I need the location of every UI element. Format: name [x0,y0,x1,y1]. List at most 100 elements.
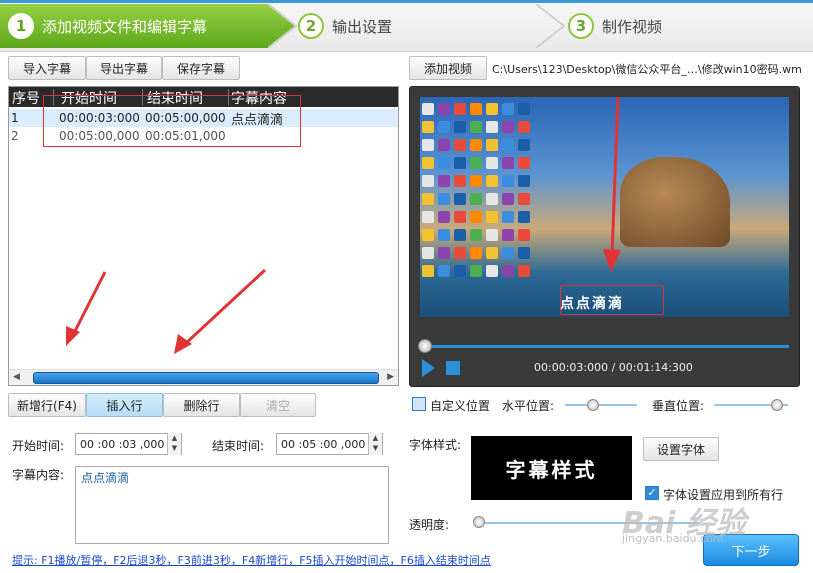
step-output-settings[interactable]: 2 输出设置 [290,4,560,48]
desktop-app-icon [422,193,434,205]
step-label: 添加视频文件和编辑字幕 [42,17,208,36]
desktop-app-icon [518,247,530,259]
desktop-app-icon [422,247,434,259]
desktop-app-icon [486,175,498,187]
font-preview: 字幕样式 [471,436,632,500]
desktop-app-icon [486,265,498,277]
font-style-label: 字体样式: [409,438,462,452]
content-label: 字幕内容: [12,468,65,482]
horizontal-scrollbar[interactable]: ◀ ▶ [9,369,398,385]
desktop-app-icon [486,247,498,259]
desktop-app-icon [502,175,514,187]
scene-rock [620,157,730,247]
row-index: 1 [11,111,19,125]
desktop-app-icon [486,193,498,205]
desktop-app-icon [486,157,498,169]
desktop-app-icon [422,211,434,223]
desktop-app-icon [438,193,450,205]
play-icon[interactable] [422,359,435,377]
insert-row-button[interactable]: 插入行 [86,393,163,417]
desktop-app-icon [502,121,514,133]
desktop-app-icon [486,103,498,115]
annotation-arrow-icon [66,268,267,354]
add-video-button[interactable]: 添加视频 [409,56,487,80]
desktop-app-icon [454,193,466,205]
custom-position-label: 自定义位置 [430,399,491,413]
shortcut-hint[interactable]: 提示: F1播放/暂停，F2后退3秒，F3前进3秒，F4新增行，F5插入开始时间… [12,552,491,568]
import-subtitle-button[interactable]: 导入字幕 [8,56,86,80]
scrollbar-thumb[interactable] [33,372,379,384]
step-label: 输出设置 [332,17,393,36]
desktop-app-icon [486,139,498,151]
vertical-position-label: 垂直位置: [652,399,705,413]
set-font-button[interactable]: 设置字体 [643,437,719,461]
opacity-handle[interactable] [473,516,485,528]
annotation-arrow-icon [603,97,621,272]
vertical-position-handle[interactable] [771,399,783,411]
step-add-video[interactable]: 1 添加视频文件和编辑字幕 [0,4,296,48]
clear-button[interactable]: 清空 [240,393,316,417]
desktop-app-icon [518,121,530,133]
desktop-app-icon [454,211,466,223]
horizontal-position-slider[interactable] [565,404,637,406]
video-preview-panel: 点点滴滴 00:00:03:000 / 00:01:14:300 [409,86,800,387]
desktop-app-icon [518,265,530,277]
desktop-app-icon [422,139,434,151]
export-subtitle-button[interactable]: 导出字幕 [86,56,162,80]
end-time-input[interactable]: 00 :05 :00 ,000 [276,433,383,455]
end-time-spinner-icon[interactable]: ▲ ▼ [368,433,382,455]
desktop-app-icon [438,139,450,151]
desktop-app-icon [454,121,466,133]
start-time-label: 开始时间: [12,439,65,453]
desktop-app-icon [438,265,450,277]
desktop-app-icon [454,139,466,151]
desktop-app-icon [518,211,530,223]
file-path: C:\Users\123\Desktop\微信公众平台_…\修改win10密码.… [492,63,802,76]
desktop-app-icon [518,157,530,169]
desktop-app-icon [438,211,450,223]
timecode: 00:00:03:000 / 00:01:14:300 [534,361,693,374]
step-number: 1 [8,13,34,39]
delete-row-button[interactable]: 删除行 [163,393,240,417]
desktop-app-icon [470,247,482,259]
desktop-app-icon [422,157,434,169]
subtitle-content-input[interactable]: 点点滴滴 [75,466,389,544]
step-make-video[interactable]: 3 制作视频 [560,4,813,48]
desktop-app-icon [422,121,434,133]
stop-icon[interactable] [446,361,460,375]
desktop-app-icon [438,121,450,133]
step-number: 3 [568,13,594,39]
desktop-app-icon [518,139,530,151]
desktop-app-icon [518,103,530,115]
desktop-app-icon [470,265,482,277]
column-index[interactable]: 序号 [12,88,40,108]
video-frame: 点点滴滴 [420,97,789,317]
horizontal-position-handle[interactable] [587,399,599,411]
wizard-steps: 1 添加视频文件和编辑字幕 2 输出设置 3 制作视频 [0,0,813,52]
desktop-app-icon [502,103,514,115]
new-row-button[interactable]: 新增行(F4) [8,393,86,417]
desktop-app-icon [518,175,530,187]
scroll-right-icon[interactable]: ▶ [387,372,394,382]
seek-bar[interactable] [420,345,789,348]
start-time-input[interactable]: 00 :00 :03 ,000 [75,433,182,455]
desktop-icons [422,103,534,299]
desktop-app-icon [502,211,514,223]
desktop-app-icon [454,103,466,115]
desktop-app-icon [502,139,514,151]
desktop-app-icon [422,175,434,187]
start-time-spinner-icon[interactable]: ▲ ▼ [167,433,181,455]
desktop-app-icon [454,175,466,187]
desktop-app-icon [438,175,450,187]
desktop-app-icon [502,229,514,241]
end-time-label: 结束时间: [212,439,265,453]
desktop-app-icon [502,247,514,259]
desktop-app-icon [470,211,482,223]
desktop-app-icon [422,229,434,241]
save-subtitle-button[interactable]: 保存字幕 [162,56,240,80]
seek-handle[interactable] [418,339,432,353]
desktop-app-icon [518,193,530,205]
scroll-left-icon[interactable]: ◀ [13,372,20,382]
custom-position-checkbox[interactable] [412,397,426,411]
step-label: 制作视频 [602,17,663,36]
